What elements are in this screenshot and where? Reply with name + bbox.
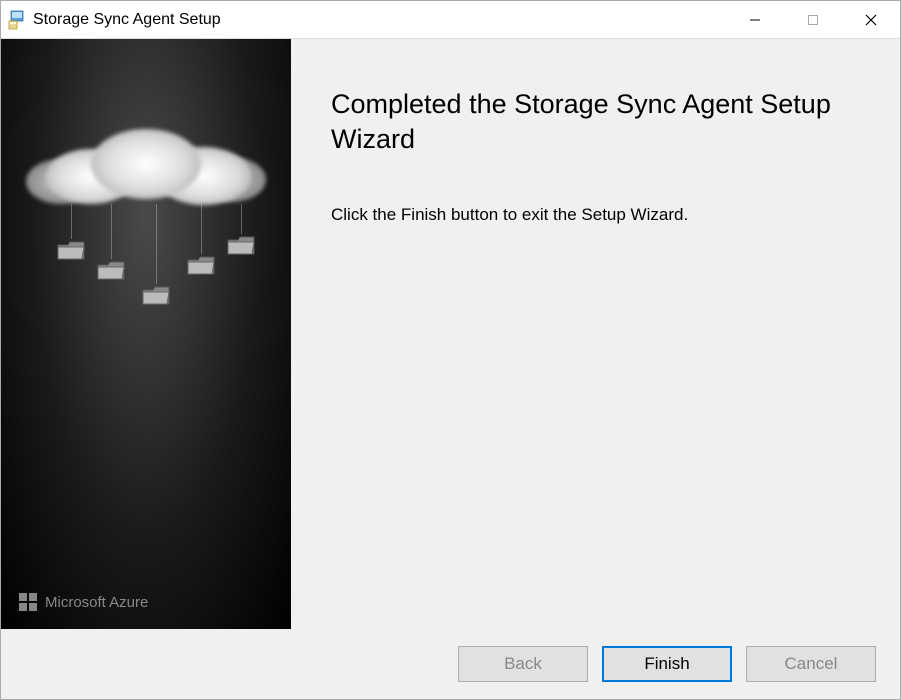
setup-wizard-window: Storage Sync Agent Setup — [0, 0, 901, 700]
cancel-button: Cancel — [746, 646, 876, 682]
wizard-heading: Completed the Storage Sync Agent Setup W… — [331, 87, 860, 157]
wizard-button-bar: Back Finish Cancel — [1, 629, 900, 699]
brand-label: Microsoft Azure — [45, 594, 148, 611]
folder-icon — [226, 204, 256, 256]
cloud-icon — [26, 119, 266, 209]
folder-icon — [96, 204, 126, 281]
wizard-content: Microsoft Azure Completed the Storage Sy… — [1, 39, 900, 629]
maximize-button — [784, 1, 842, 38]
folder-icon — [56, 204, 86, 261]
close-button[interactable] — [842, 1, 900, 38]
windows-logo-icon — [19, 593, 37, 611]
folder-icon — [186, 204, 216, 276]
wizard-body-text: Click the Finish button to exit the Setu… — [331, 205, 860, 225]
window-controls — [726, 1, 900, 38]
back-button: Back — [458, 646, 588, 682]
wizard-banner-image: Microsoft Azure — [1, 39, 291, 629]
minimize-button[interactable] — [726, 1, 784, 38]
window-title: Storage Sync Agent Setup — [33, 11, 726, 29]
wizard-main-panel: Completed the Storage Sync Agent Setup W… — [291, 39, 900, 629]
installer-icon — [7, 10, 27, 30]
folder-icon — [141, 204, 171, 306]
titlebar: Storage Sync Agent Setup — [1, 1, 900, 39]
finish-button[interactable]: Finish — [602, 646, 732, 682]
azure-brand: Microsoft Azure — [19, 593, 148, 611]
